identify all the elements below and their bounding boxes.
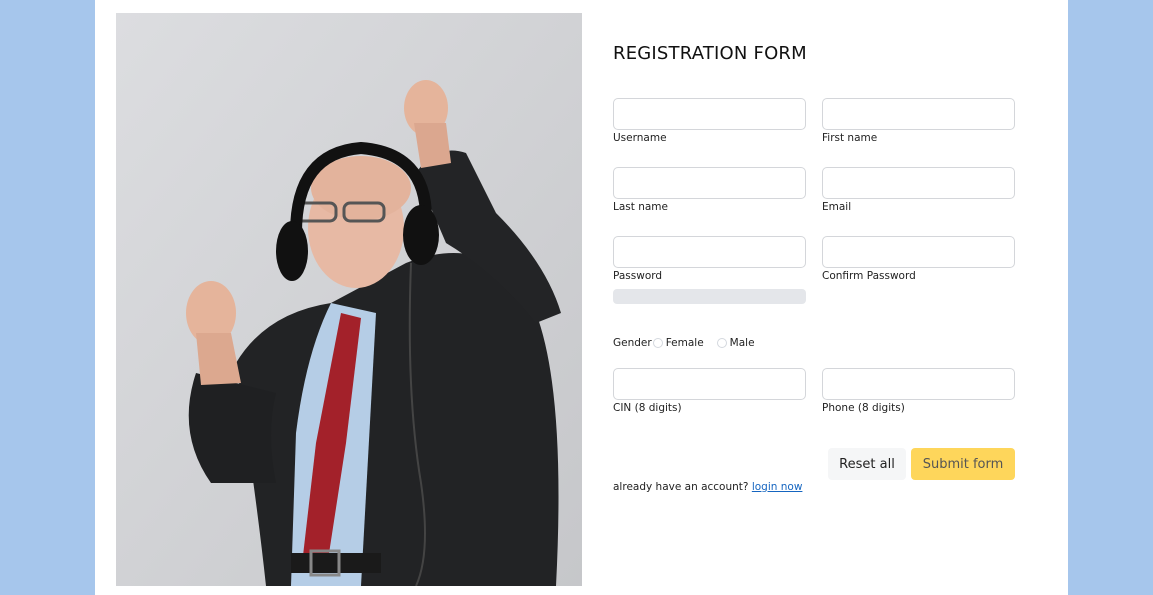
email-input[interactable] bbox=[822, 167, 1015, 199]
password-input[interactable] bbox=[613, 236, 806, 268]
gender-label: Gender bbox=[613, 337, 652, 349]
login-prompt: already have an account? login now bbox=[613, 481, 802, 493]
confirm-password-label: Confirm Password bbox=[822, 270, 916, 282]
gender-male-radio[interactable] bbox=[716, 338, 727, 348]
elderly-man-with-headphones-photo bbox=[116, 13, 582, 586]
confirm-password-field-group: Confirm Password bbox=[822, 236, 1015, 283]
first-name-input[interactable] bbox=[822, 98, 1015, 130]
gender-female-radio[interactable] bbox=[652, 338, 663, 348]
email-field-group: Email bbox=[822, 167, 1015, 214]
gender-radio-group: Gender Female Male bbox=[613, 335, 767, 351]
cin-label: CIN (8 digits) bbox=[613, 402, 682, 414]
last-name-label: Last name bbox=[613, 201, 668, 213]
phone-label: Phone (8 digits) bbox=[822, 402, 905, 414]
cin-field-group: CIN (8 digits) bbox=[613, 368, 806, 415]
form-title: REGISTRATION FORM bbox=[613, 43, 807, 64]
username-label: Username bbox=[613, 132, 667, 144]
phone-input[interactable] bbox=[822, 368, 1015, 400]
login-prompt-text: already have an account? bbox=[613, 481, 749, 493]
login-now-link[interactable]: login now bbox=[752, 481, 803, 493]
reset-all-button[interactable]: Reset all bbox=[828, 448, 906, 480]
password-field-group: Password bbox=[613, 236, 806, 283]
gender-male-label: Male bbox=[729, 337, 755, 349]
gender-female-label: Female bbox=[665, 337, 704, 349]
password-label: Password bbox=[613, 270, 663, 282]
username-input[interactable] bbox=[613, 98, 806, 130]
email-label: Email bbox=[822, 201, 852, 213]
cin-input[interactable] bbox=[613, 368, 806, 400]
password-strength-bar bbox=[613, 289, 806, 304]
submit-form-button[interactable]: Submit form bbox=[911, 448, 1015, 480]
last-name-input[interactable] bbox=[613, 167, 806, 199]
registration-form: REGISTRATION FORM Username First name La… bbox=[613, 0, 1033, 595]
phone-field-group: Phone (8 digits) bbox=[822, 368, 1015, 415]
registration-card: REGISTRATION FORM Username First name La… bbox=[95, 0, 1068, 595]
username-field-group: Username bbox=[613, 98, 806, 145]
last-name-field-group: Last name bbox=[613, 167, 806, 214]
confirm-password-input[interactable] bbox=[822, 236, 1015, 268]
first-name-label: First name bbox=[822, 132, 878, 144]
first-name-field-group: First name bbox=[822, 98, 1015, 145]
